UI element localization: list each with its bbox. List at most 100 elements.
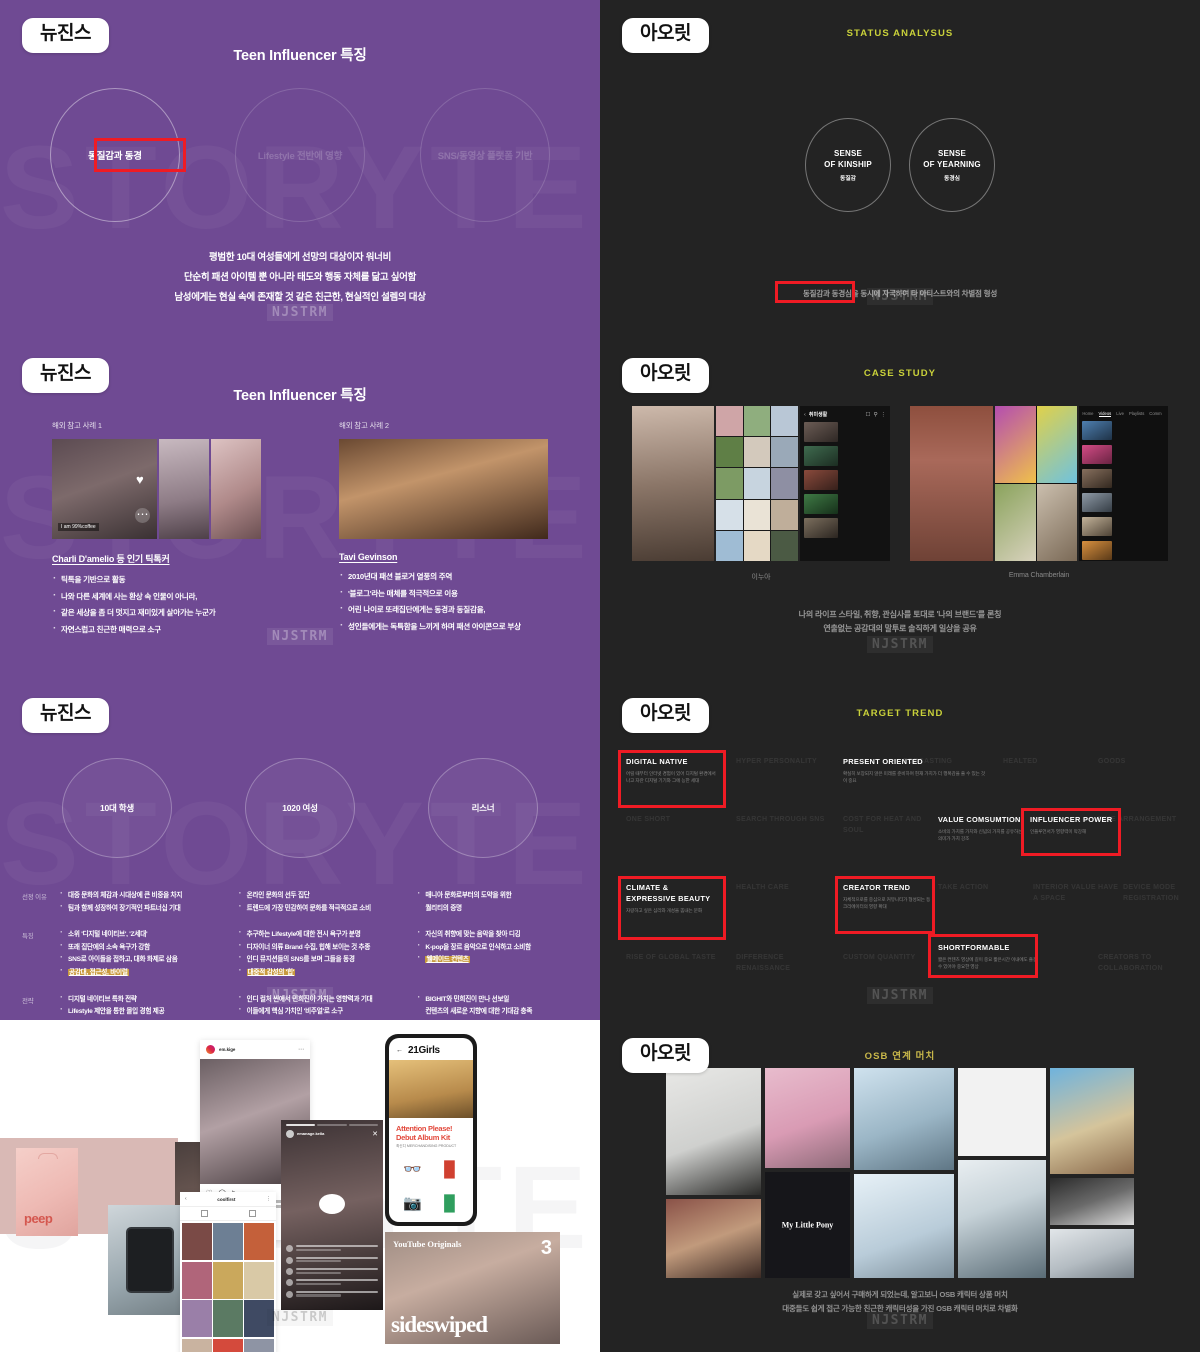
heart-icon: ♥ (136, 472, 144, 487)
kebab-menu-icon[interactable]: ⋮ (881, 412, 887, 418)
brand-pill-airit[interactable]: 아오릿 (622, 698, 709, 733)
brand-pill-airit[interactable]: 아오릿 (622, 1038, 709, 1073)
list-item[interactable] (1082, 541, 1165, 560)
shop-hero-image (389, 1060, 473, 1118)
back-arrow-icon[interactable]: ← (396, 1047, 403, 1054)
target-circle-listener[interactable]: 리스너 (428, 758, 538, 858)
case-study-name: 이누아 (751, 574, 771, 581)
peep-package (16, 1148, 78, 1236)
trend-title: PRESENT ORIENTED (843, 757, 923, 766)
back-arrow-icon[interactable]: ‹ (804, 412, 806, 418)
product-sunglasses[interactable]: 👓 (397, 1155, 428, 1183)
case-image-group (339, 439, 548, 539)
case-study-footer-line-1: 나의 라이프 스타일, 취향, 관심사를 토대로 '나의 브랜드'를 론칭 (798, 610, 1002, 619)
trend-keyword-faded: INTERIOR VALUE HAVE A SPACE (1033, 884, 1119, 902)
thumbnail (804, 422, 838, 442)
trend-keyword-value-consumption[interactable]: VALUE COMSUMTION 소비의 가치를 가치와 신념의 가치를 공유하… (938, 814, 1024, 842)
list-item-cont: 퀄리티의 증명 (425, 904, 462, 912)
list-item[interactable] (804, 470, 886, 490)
brand-pill-newjeans[interactable]: 뉴진스 (22, 698, 109, 733)
concept-circle-sns[interactable]: SNS/동영상 플랫폼 기반 (420, 88, 550, 222)
sideswiped-label: sideswiped (391, 1312, 488, 1337)
merch-tile-caps[interactable] (1050, 1177, 1134, 1225)
list-item-highlighted: 독창적인 요소 필요 (417, 1017, 582, 1020)
case-study-wrap: 해외 참고 사례 1 ♥ ⋯ I am 99%coffee Charli D'a… (52, 420, 548, 639)
story-username: emanage.kella (297, 1131, 325, 1137)
video-tab-bar[interactable]: Home Videos Live Playlists Comm (1082, 411, 1165, 417)
merch-tile-graphic-tee-model[interactable] (958, 1160, 1046, 1278)
cast-icon[interactable]: ☐ (866, 412, 871, 418)
target-circle-teens[interactable]: 10대 학생 (62, 758, 172, 858)
tab-community[interactable]: Comm (1149, 411, 1161, 417)
trend-desc: 어릴 때부터 인터넷 경험이 있어 디지털 환경에서 나고 자란 디지털 기기와… (626, 771, 716, 783)
product-camera[interactable]: 📷 (397, 1189, 428, 1217)
merch-tile-rainbow-tee-model[interactable] (1050, 1068, 1134, 1174)
brand-pill-airit[interactable]: 아오릿 (622, 18, 709, 53)
merch-footer-line-2: 대중들도 쉽게 접근 가능한 친근한 캐릭터성을 가진 OSB 캐릭터 머치로 … (782, 1304, 1018, 1313)
case-study-group-2: Home Videos Live Playlists Comm Emma Cha… (910, 406, 1169, 582)
circle-sense-of-kinship[interactable]: SENSE OF KINSHIP 동질감 (805, 118, 891, 212)
brand-pill-newjeans[interactable]: 뉴진스 (22, 18, 109, 53)
list-item[interactable] (804, 446, 886, 466)
trend-keyword-climate-expressive-beauty[interactable]: CLIMATE & EXPRESSIVE BEAUTY 자랑하고 싶은 심리와 … (626, 882, 718, 915)
case-study-group-1: ‹ 취미생활 ☐ ⚲ ⋮ 이누아 (632, 406, 890, 582)
trend-title: DIGITAL NATIVE (626, 757, 688, 766)
kebab-menu-icon[interactable]: ⋮ (266, 1196, 271, 1202)
avatar (206, 1045, 215, 1054)
search-icon[interactable]: ⚲ (873, 412, 877, 418)
case-study-name: Emma Chamberlain (1008, 572, 1070, 579)
brand-pill-airit[interactable]: 아오릿 (622, 358, 709, 393)
list-item[interactable] (804, 518, 886, 538)
tab-playlists[interactable]: Playlists (1129, 411, 1144, 417)
tab-videos[interactable]: Videos (1098, 411, 1112, 417)
concept-circle-lifestyle[interactable]: Lifestyle 전반에 영향 (235, 88, 365, 222)
trend-keyword-creator-trend[interactable]: CREATOR TREND 자체적으로를 중심으로 커뮤니티가 형성되는 등 크… (843, 882, 933, 910)
row-label-reason: 선정 이유 (22, 894, 47, 901)
kebab-menu-icon[interactable]: ⋯ (298, 1046, 304, 1053)
grid-tab-icon[interactable] (200, 1210, 208, 1217)
product-sneaker[interactable]: █ (434, 1189, 465, 1217)
merch-tile-bear-keyring[interactable] (765, 1068, 850, 1168)
concept-circle-kinship[interactable]: 동질감과 동경 (50, 88, 180, 222)
back-arrow-icon[interactable]: ‹ (185, 1196, 187, 1202)
trend-keyword-present-oriented[interactable]: PRESENT ORIENTED 확실히 보장되지 않은 미래를 준비하며 현재… (843, 756, 988, 784)
tab-live[interactable]: Live (1116, 411, 1124, 417)
target-circle-women[interactable]: 1020 여성 (245, 758, 355, 858)
tagged-tab-icon[interactable] (248, 1210, 256, 1217)
merch-tile-fan-photo[interactable] (666, 1199, 761, 1278)
list-item[interactable] (1082, 493, 1165, 512)
watermark-njstrm: NJSTRM (867, 987, 933, 1004)
phone-header: ‹ 취미생활 ☐ ⚲ ⋮ (804, 411, 887, 419)
merch-tile-silver-charms[interactable] (854, 1068, 954, 1170)
list-item[interactable] (1082, 517, 1165, 536)
avatar (286, 1129, 294, 1138)
trend-keyword-shortformable[interactable]: SHORTFORMABLE 짧은 컨텐츠 영상에 길이 중요 짧은시간 이내에도… (938, 942, 1038, 970)
list-item[interactable] (804, 422, 886, 442)
circle-sense-of-yearning[interactable]: SENSE OF YEARNING 동경심 (909, 118, 995, 212)
close-icon[interactable]: ✕ (372, 1130, 378, 1138)
trend-desc: 자랑하고 싶은 심리와 개성을 뽐내는 문화 (626, 908, 703, 913)
product-hairdryer[interactable]: █ (434, 1155, 465, 1183)
trend-keyword-digital-native[interactable]: DIGITAL NATIVE 어릴 때부터 인터넷 경험이 있어 디지털 환경에… (626, 756, 718, 784)
merch-tile-platform-shoe[interactable] (666, 1068, 761, 1195)
tab-home[interactable]: Home (1082, 411, 1093, 417)
merch-gallery: My Little Pony (666, 1068, 1134, 1278)
slide-case-study: 아오릿 CASE STUDY ‹ 취미생활 ☐ ⚲ ⋮ 이누아 Home Vid… (600, 340, 1200, 680)
merch-tile-rings[interactable] (1050, 1228, 1134, 1278)
list-item (286, 1267, 378, 1276)
list-item[interactable] (1082, 421, 1165, 440)
feed-username: coolfirst (217, 1196, 236, 1202)
list-item[interactable] (1082, 469, 1165, 488)
slide-moodboard: STORYTELLING Just Peachy Babe em.kige ⋯ … (0, 1020, 600, 1352)
merch-tile-cat-figurine[interactable] (854, 1174, 954, 1278)
trend-title: CREATOR TREND (843, 883, 911, 892)
case-bullet-list: 2010년대 패션 블로거 열풍의 주역 '블로그'라는 매체를 적극적으로 이… (339, 569, 548, 633)
merch-tile-sketch-tee[interactable] (958, 1068, 1046, 1156)
trend-keyword-influencer-power[interactable]: INFLUENCER POWER 인플루언서가 영향력이 막강해 (1030, 814, 1116, 836)
list-item[interactable] (1082, 445, 1165, 464)
trend-title: SHORTFORMABLE (938, 943, 1010, 952)
brand-pill-newjeans[interactable]: 뉴진스 (22, 358, 109, 393)
slide-osb-merch: 아오릿 OSB 연계 머치 My Little Pony 실제로 갖고 싶어서 … (600, 1020, 1200, 1352)
merch-tile-my-little-pony[interactable]: My Little Pony (765, 1172, 850, 1278)
list-item[interactable] (804, 494, 886, 514)
